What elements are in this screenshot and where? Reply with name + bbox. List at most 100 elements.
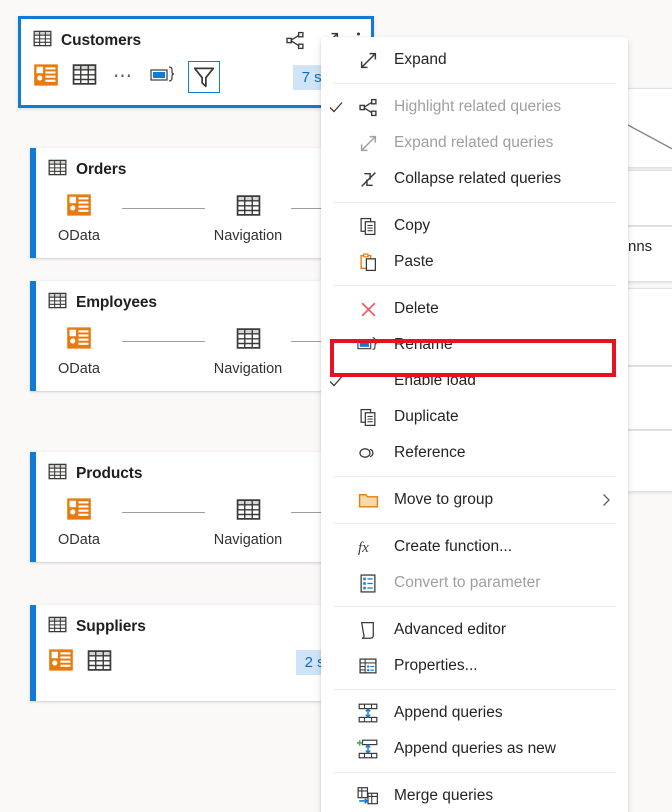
rename-icon [351, 335, 385, 355]
rename-icon[interactable] [149, 63, 175, 92]
highlight-related-queries-icon[interactable] [286, 31, 305, 55]
chain-node-source[interactable]: OData [36, 192, 122, 244]
chain-node-label: Navigation [213, 227, 283, 244]
odata-source-icon[interactable] [48, 647, 74, 678]
chain-node-label: OData [58, 361, 100, 377]
odata-source-icon [66, 496, 92, 527]
chain-node-label: OData [58, 532, 100, 548]
query-card-title: Orders [76, 161, 127, 178]
menu-item-enable-load[interactable]: Enable load [321, 363, 628, 399]
chain-node-navigation[interactable]: Navigation [205, 326, 291, 377]
menu-item-highlight-related-queries[interactable]: Highlight related queries [321, 89, 628, 125]
background-card-3-label: nns [628, 238, 653, 255]
query-card-step-icons: ⋯ 7 steps [21, 55, 371, 103]
append-queries-icon [351, 703, 385, 723]
navigation-table-icon [236, 326, 261, 356]
menu-item-label: Enable load [394, 372, 476, 389]
chain-connector [122, 341, 205, 342]
menu-item-label: Delete [394, 300, 439, 317]
query-context-menu[interactable]: Expand Highlight related queries Expand … [321, 37, 628, 812]
navigation-table-icon[interactable] [72, 62, 97, 92]
query-card-title: Customers [61, 32, 142, 49]
menu-item-move-to-group[interactable]: Move to group [321, 482, 628, 518]
chevron-right-icon [598, 492, 618, 508]
query-diagram-canvas: nns Customers ⋯ 7 Orders OData Navigatio… [0, 0, 672, 812]
menu-item-rename[interactable]: Rename [321, 327, 628, 363]
expand-arrows-icon [351, 51, 385, 70]
menu-item-copy[interactable]: Copy [321, 208, 628, 244]
menu-item-label: Properties... [394, 657, 478, 674]
chain-node-source[interactable]: OData [36, 496, 122, 548]
navigation-table-icon [236, 193, 261, 223]
menu-item-label: Copy [394, 217, 431, 234]
ellipsis-icon[interactable]: ⋯ [110, 67, 136, 86]
table-icon [48, 291, 67, 315]
menu-item-label: Create function... [394, 538, 513, 555]
odata-source-icon [66, 325, 92, 356]
table-icon [48, 462, 67, 486]
menu-item-paste[interactable]: Paste [321, 244, 628, 280]
menu-item-expand-related-queries[interactable]: Expand related queries [321, 125, 628, 161]
odata-source-icon [66, 192, 92, 223]
menu-item-label: Append queries [394, 704, 503, 721]
menu-item-expand[interactable]: Expand [321, 42, 628, 78]
menu-item-label: Expand related queries [394, 134, 554, 151]
menu-item-label: Collapse related queries [394, 170, 562, 187]
chain-connector [122, 512, 205, 513]
menu-separator [333, 285, 616, 286]
chain-connector [122, 208, 205, 209]
menu-item-label: Rename [394, 336, 453, 353]
query-card-title: Employees [76, 294, 157, 311]
menu-separator [333, 523, 616, 524]
menu-item-label: Reference [394, 444, 466, 461]
chain-node-navigation[interactable]: Navigation [205, 497, 291, 548]
menu-item-append-queries-as-new[interactable]: Append queries as new [321, 731, 628, 767]
merge-queries-icon [351, 786, 385, 806]
chain-node-label: Navigation [213, 531, 283, 548]
checkmark-icon [321, 373, 351, 389]
duplicate-icon [351, 408, 385, 427]
collapse-arrows-icon [351, 170, 385, 189]
fx-icon: fx [351, 537, 385, 557]
menu-item-collapse-related-queries[interactable]: Collapse related queries [321, 161, 628, 197]
menu-item-merge-queries[interactable]: Merge queries [321, 778, 628, 812]
chain-node-label: Navigation [213, 360, 283, 377]
menu-item-advanced-editor[interactable]: Advanced editor [321, 612, 628, 648]
menu-item-label: Move to group [394, 491, 494, 508]
svg-text:fx: fx [358, 540, 369, 556]
menu-separator [333, 83, 616, 84]
menu-item-label: Merge queries [394, 787, 494, 804]
menu-separator [333, 689, 616, 690]
menu-item-reference[interactable]: Reference [321, 435, 628, 471]
menu-item-append-queries[interactable]: Append queries [321, 695, 628, 731]
properties-icon [351, 657, 385, 676]
reference-link-icon [351, 444, 385, 462]
filter-icon[interactable] [188, 61, 220, 93]
advanced-editor-icon [351, 621, 385, 640]
menu-separator [333, 202, 616, 203]
query-card-title: Products [76, 465, 143, 482]
menu-separator [333, 606, 616, 607]
chain-node-navigation[interactable]: Navigation [205, 193, 291, 244]
navigation-table-icon[interactable] [87, 648, 112, 678]
chain-node-label: OData [58, 228, 100, 244]
delete-x-icon [351, 300, 385, 319]
menu-item-label: Advanced editor [394, 621, 507, 638]
menu-item-label: Duplicate [394, 408, 459, 425]
checkmark-icon [321, 99, 351, 115]
table-icon [33, 29, 52, 53]
menu-item-label: Convert to parameter [394, 574, 541, 591]
menu-separator [333, 772, 616, 773]
odata-source-icon[interactable] [33, 62, 59, 93]
parameter-icon [351, 573, 385, 593]
menu-item-delete[interactable]: Delete [321, 291, 628, 327]
menu-item-convert-to-parameter[interactable]: Convert to parameter [321, 565, 628, 601]
menu-item-duplicate[interactable]: Duplicate [321, 399, 628, 435]
query-card-title: Suppliers [76, 618, 146, 635]
menu-item-create-function[interactable]: fx Create function... [321, 529, 628, 565]
menu-item-label: Paste [394, 253, 434, 270]
share-nodes-icon [351, 98, 385, 117]
menu-item-properties[interactable]: Properties... [321, 648, 628, 684]
chain-node-source[interactable]: OData [36, 325, 122, 377]
copy-icon [351, 217, 385, 236]
